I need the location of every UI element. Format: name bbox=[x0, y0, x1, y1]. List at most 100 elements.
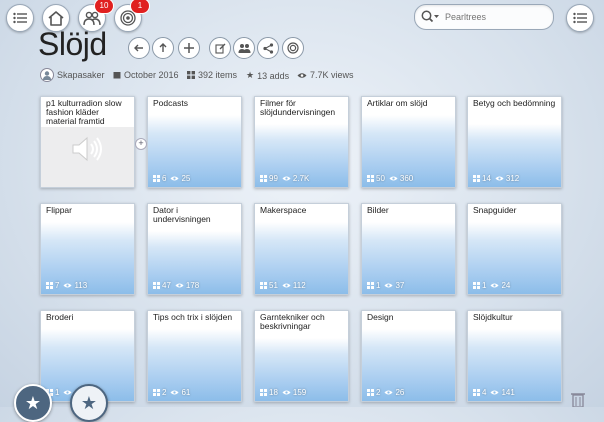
grid-icon bbox=[260, 389, 267, 396]
card-item-count: 99 bbox=[269, 174, 278, 183]
collection-card[interactable]: Garntekniker och beskrivningar 18 159 bbox=[254, 310, 349, 402]
eye-icon bbox=[282, 176, 291, 181]
share-icon bbox=[262, 42, 273, 54]
card-stats: 2 61 bbox=[153, 388, 190, 397]
list-icon bbox=[573, 12, 587, 24]
card-item-count: 51 bbox=[269, 281, 278, 290]
grid-icon bbox=[153, 175, 160, 182]
collection-card[interactable]: Makerspace 51 112 bbox=[254, 203, 349, 295]
card-stats: 14 312 bbox=[473, 174, 519, 183]
eye-icon bbox=[297, 72, 307, 78]
collection-card[interactable]: Artiklar om slöjd 50 360 bbox=[361, 96, 456, 188]
card-stats: 1 37 bbox=[367, 281, 404, 290]
author-name: Skapasaker bbox=[57, 70, 105, 80]
eye-icon bbox=[490, 283, 500, 288]
views-text: 7.7K views bbox=[310, 70, 354, 80]
favorite-button[interactable]: ★ bbox=[14, 384, 52, 422]
search-box[interactable] bbox=[414, 4, 554, 30]
search-icon bbox=[421, 10, 439, 23]
author-meta[interactable]: Skapasaker bbox=[40, 68, 105, 82]
add-button[interactable] bbox=[178, 37, 200, 59]
card-title: Makerspace bbox=[260, 206, 344, 215]
avatar bbox=[40, 68, 54, 82]
collection-card[interactable]: Tips och trix i slöjden 2 61 bbox=[147, 310, 242, 402]
collection-card[interactable]: Dator i undervisningen 47 178 bbox=[147, 203, 242, 295]
card-item-count: 1 bbox=[55, 388, 60, 397]
trash-icon[interactable] bbox=[570, 391, 586, 408]
card-stats: 2 26 bbox=[367, 388, 404, 397]
collection-card[interactable]: Filmer för slöjdundervisningen 99 2.7K bbox=[254, 96, 349, 188]
back-button[interactable] bbox=[128, 37, 150, 59]
card-item-count: 7 bbox=[55, 281, 60, 290]
card-title: Dator i undervisningen bbox=[153, 206, 237, 224]
card-view-count: 25 bbox=[181, 174, 191, 183]
collection-card[interactable]: Slöjdkultur 4 141 bbox=[467, 310, 562, 402]
broadcast-button[interactable]: 1 bbox=[114, 0, 149, 32]
page-title: Slöjd bbox=[38, 26, 107, 62]
collection-card[interactable]: Design 2 26 bbox=[361, 310, 456, 402]
card-stats: 99 2.7K bbox=[260, 174, 309, 183]
up-button[interactable] bbox=[152, 37, 174, 59]
adds-meta: ★ 13 adds bbox=[246, 70, 289, 81]
card-title: Broderi bbox=[46, 313, 130, 322]
card-title: Tips och trix i slöjden bbox=[153, 313, 237, 322]
card-title: Flippar bbox=[46, 206, 130, 215]
eye-icon bbox=[282, 283, 291, 288]
share-button[interactable] bbox=[257, 37, 279, 59]
collection-card[interactable]: Flippar 7 113 bbox=[40, 203, 135, 295]
people-icon bbox=[238, 43, 250, 53]
collection-card[interactable]: Betyg och bedömning 14 312 bbox=[467, 96, 562, 188]
card-title: Garntekniker och beskrivningar bbox=[260, 313, 344, 331]
card-title: Design bbox=[367, 313, 451, 322]
star-icon: ★ bbox=[80, 392, 98, 413]
target-button[interactable] bbox=[282, 37, 304, 59]
add-between-button[interactable]: + bbox=[135, 138, 147, 150]
collection-card[interactable]: Bilder 1 37 bbox=[361, 203, 456, 295]
card-stats: 1 24 bbox=[473, 281, 510, 290]
eye-icon bbox=[389, 176, 398, 181]
collection-card[interactable]: p1 kulturradion slow fashion kläder mate… bbox=[40, 96, 135, 188]
card-item-count: 14 bbox=[482, 174, 491, 183]
views-meta: 7.7K views bbox=[297, 70, 354, 80]
search-input[interactable] bbox=[443, 8, 547, 26]
card-stats: 50 360 bbox=[367, 174, 413, 183]
grid-icon bbox=[367, 282, 374, 289]
arrow-left-icon bbox=[134, 44, 143, 52]
card-item-count: 1 bbox=[376, 281, 381, 290]
collection-card[interactable]: Podcasts 6 25 bbox=[147, 96, 242, 188]
eye-icon bbox=[384, 390, 394, 395]
card-title: Snapguider bbox=[473, 206, 557, 215]
grid-icon bbox=[260, 282, 267, 289]
card-item-count: 18 bbox=[269, 388, 278, 397]
eye-icon bbox=[63, 283, 73, 288]
settings-menu-button[interactable] bbox=[566, 4, 594, 32]
grid-icon bbox=[153, 389, 160, 396]
card-stats: 51 112 bbox=[260, 281, 306, 290]
grid-icon bbox=[260, 175, 267, 182]
card-item-count: 2 bbox=[376, 388, 381, 397]
card-item-count: 47 bbox=[162, 281, 171, 290]
people-badge: 10 bbox=[95, 0, 113, 13]
card-item-count: 4 bbox=[482, 388, 487, 397]
grid-icon bbox=[153, 282, 160, 289]
collection-card[interactable]: Snapguider 1 24 bbox=[467, 203, 562, 295]
eye-icon bbox=[495, 176, 504, 181]
favorite-add-button[interactable]: ★ bbox=[70, 384, 108, 422]
card-title: Betyg och bedömning bbox=[473, 98, 557, 108]
card-view-count: 61 bbox=[181, 388, 191, 397]
broadcast-badge: 1 bbox=[131, 0, 149, 13]
card-view-count: 26 bbox=[395, 388, 405, 397]
edit-button[interactable] bbox=[209, 37, 231, 59]
user-icon bbox=[43, 71, 51, 80]
eye-icon bbox=[175, 283, 184, 288]
grid-icon bbox=[473, 175, 480, 182]
card-item-count: 1 bbox=[482, 281, 487, 290]
people-icon bbox=[83, 11, 101, 25]
date-meta: October 2016 bbox=[113, 70, 179, 80]
plus-icon bbox=[184, 43, 194, 53]
items-text: 392 items bbox=[198, 70, 238, 80]
card-title: Artiklar om slöjd bbox=[367, 99, 451, 108]
collaborate-button[interactable] bbox=[233, 37, 255, 59]
menu-button[interactable] bbox=[6, 4, 34, 32]
grid-icon bbox=[187, 71, 195, 79]
